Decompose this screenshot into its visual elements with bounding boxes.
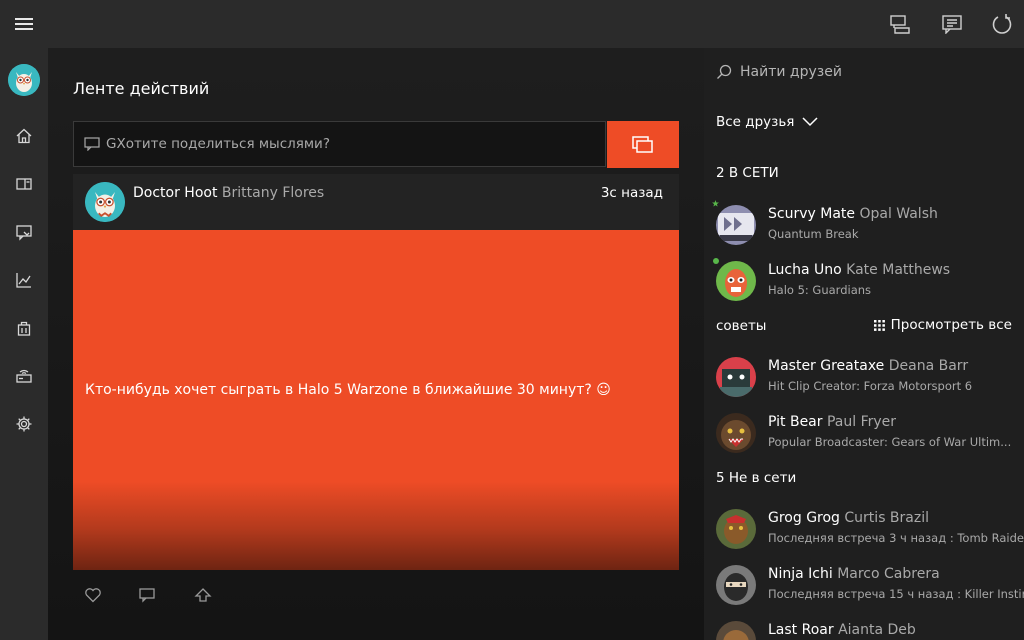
friend-name: Lucha Uno Kate Matthews: [768, 262, 950, 278]
star-icon: [712, 200, 719, 207]
avatar: [716, 509, 756, 549]
online-indicator: [713, 258, 719, 264]
share-placeholder: GXотите поделиться мыслями?: [106, 136, 330, 152]
avatar: [716, 357, 756, 397]
home-icon[interactable]: [0, 116, 48, 156]
post-timestamp: 3с назад: [600, 185, 663, 201]
filter-label: Все друзья: [716, 114, 795, 130]
friend-name: Last Roar Aianta Deb: [768, 622, 916, 638]
friend-status: Quantum Break: [768, 227, 859, 241]
gear-icon[interactable]: [0, 404, 48, 444]
friend-item[interactable]: Last Roar Aianta Deb: [704, 616, 1024, 640]
suggestions-header: советы: [716, 318, 767, 334]
real-name: Paul Fryer: [826, 414, 897, 430]
page-title: Ленте действий: [73, 79, 210, 98]
search-placeholder: Найти друзей: [740, 64, 842, 80]
grid-icon: [873, 319, 885, 331]
post-card[interactable]: Кто-нибудь хочет сыграть в Halo 5 Warzon…: [73, 230, 679, 570]
suggestion-item[interactable]: Master Greataxe Deana Barr Hit Clip Crea…: [704, 352, 1024, 402]
view-all-label: Просмотреть все: [890, 317, 1012, 333]
post-author[interactable]: Doctor Hoot Brittany Flores: [133, 185, 324, 201]
messages-icon[interactable]: [0, 212, 48, 252]
search-input[interactable]: Найти друзей: [716, 60, 842, 84]
real-name: Curtis Brazil: [844, 510, 930, 526]
gamertag: Last Roar: [768, 622, 834, 638]
friends-panel: Найти друзей Все друзья 2 В СЕТИ Scurvy …: [704, 48, 1024, 640]
like-icon[interactable]: [81, 584, 105, 606]
avatar[interactable]: [8, 64, 40, 96]
avatar: [716, 621, 756, 640]
top-bar: [48, 0, 1024, 48]
post-icon: [632, 135, 653, 153]
friend-status: Последняя встреча 3 ч назад : Tomb Raide…: [768, 531, 1024, 545]
avatar[interactable]: [85, 182, 125, 222]
comment-icon: [84, 137, 100, 151]
friend-name: Grog Grog Curtis Brazil: [768, 510, 929, 526]
gamertag: Scurvy Mate: [768, 206, 855, 222]
activity-feed: Ленте действий GXотите поделиться мыслям…: [48, 48, 704, 640]
search-icon: [717, 64, 732, 79]
friends-filter-dropdown[interactable]: Все друзья: [716, 114, 818, 130]
friend-name: Pit Bear Paul Fryer: [768, 414, 896, 430]
avatar: [716, 261, 756, 301]
real-name: Aianta Deb: [838, 622, 916, 638]
friend-status: Popular Broadcaster: Gears of War Ultim.…: [768, 435, 1012, 449]
chat-icon[interactable]: [884, 8, 916, 40]
friend-item[interactable]: Ninja Ichi Marco Cabrera Последняя встре…: [704, 560, 1024, 610]
friend-item[interactable]: Lucha Uno Kate Matthews Halo 5: Guardian…: [704, 256, 1024, 306]
post-header: Doctor Hoot Brittany Flores 3с назад: [73, 174, 679, 230]
comment-icon[interactable]: [135, 584, 159, 606]
gamertag: Pit Bear: [768, 414, 823, 430]
store-icon[interactable]: [0, 308, 48, 348]
post-actions: [73, 570, 679, 620]
gamertag: Lucha Uno: [768, 262, 842, 278]
friend-item[interactable]: Grog Grog Curtis Brazil Последняя встреч…: [704, 504, 1024, 554]
hamburger-icon[interactable]: [0, 4, 48, 44]
real-name: Marco Cabrera: [837, 566, 940, 582]
friend-status: Hit Clip Creator: Forza Motorsport 6: [768, 379, 973, 393]
chevron-down-icon: [802, 117, 818, 127]
avatar: [716, 205, 756, 245]
trending-icon[interactable]: [0, 260, 48, 300]
avatar: [716, 413, 756, 453]
gamertag: Doctor Hoot: [133, 185, 218, 201]
console-icon[interactable]: [0, 356, 48, 396]
friend-name: Scurvy Mate Opal Walsh: [768, 206, 938, 222]
gamertag: Grog Grog: [768, 510, 840, 526]
friend-status: Halo 5: Guardians: [768, 283, 872, 297]
real-name: Opal Walsh: [859, 206, 938, 222]
offline-header: 5 Не в сети: [716, 470, 797, 486]
refresh-icon[interactable]: [986, 8, 1018, 40]
real-name: Kate Matthews: [846, 262, 951, 278]
clubs-icon[interactable]: [0, 164, 48, 204]
friend-name: Master Greataxe Deana Barr: [768, 358, 968, 374]
post-text: Кто-нибудь хочет сыграть в Halo 5 Warzon…: [85, 382, 611, 398]
real-name: Deana Barr: [888, 358, 969, 374]
suggestion-item[interactable]: Pit Bear Paul Fryer Popular Broadcaster:…: [704, 408, 1024, 458]
real-name: Brittany Flores: [221, 185, 325, 201]
left-rail: [0, 0, 48, 640]
friend-name: Ninja Ichi Marco Cabrera: [768, 566, 940, 582]
notifications-icon[interactable]: [936, 8, 968, 40]
post-button[interactable]: [607, 121, 679, 168]
online-header: 2 В СЕТИ: [716, 165, 779, 181]
share-input[interactable]: GXотите поделиться мыслями?: [73, 121, 606, 167]
gamertag: Master Greataxe: [768, 358, 885, 374]
avatar: [716, 565, 756, 605]
share-icon[interactable]: [191, 584, 215, 606]
view-all-button[interactable]: Просмотреть все: [873, 317, 1012, 333]
gamertag: Ninja Ichi: [768, 566, 833, 582]
friend-status: Последняя встреча 15 ч назад : Killer In…: [768, 587, 1024, 601]
friend-item[interactable]: Scurvy Mate Opal Walsh Quantum Break: [704, 200, 1024, 250]
